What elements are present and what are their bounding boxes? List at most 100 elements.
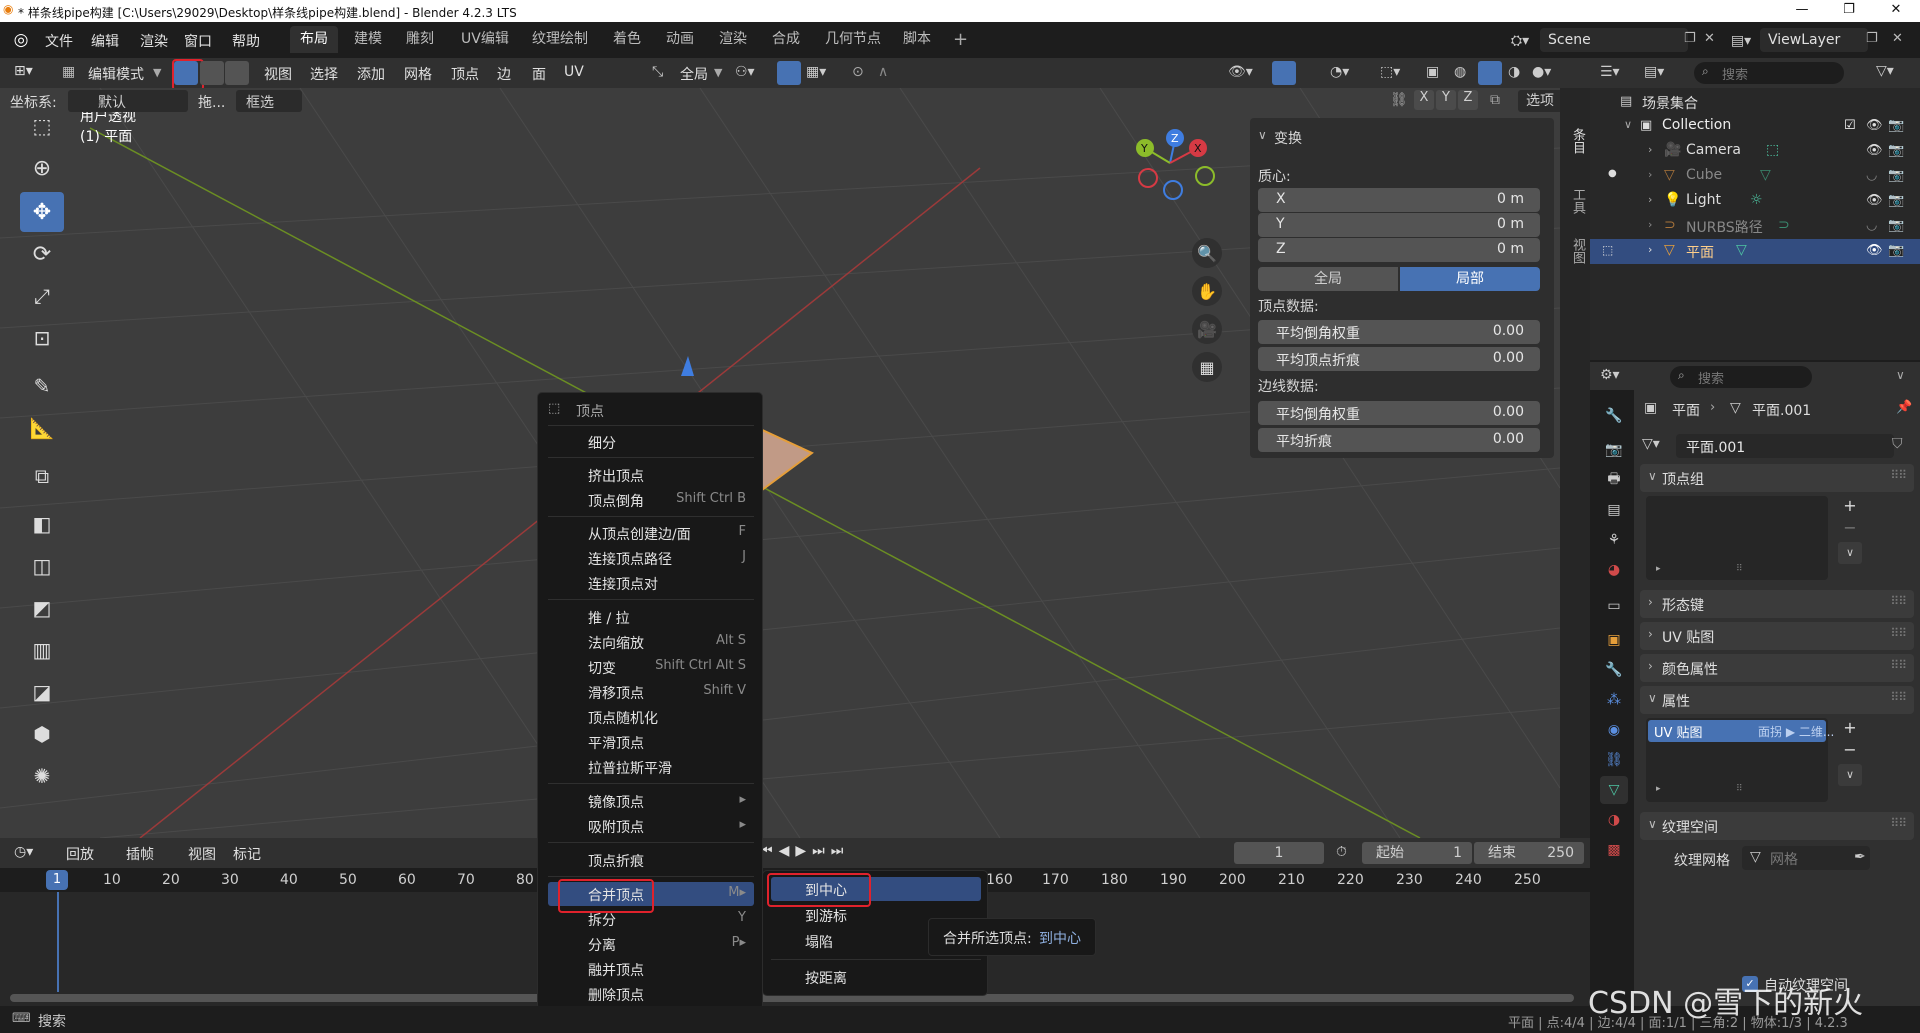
render-tab-icon[interactable]: 📷 [1600,436,1628,464]
outliner-editor-icon[interactable]: ☰▾ [1600,64,1620,80]
menu-playback[interactable]: 回放 [66,844,94,864]
scene-tab-icon[interactable]: ⚘ [1600,526,1628,554]
material-shading-icon[interactable]: ◑ [1508,64,1520,80]
menu-item-shear[interactable]: 切变 Shift Ctrl Alt S [548,655,754,679]
vertex-group-menu-icon[interactable]: ∨ [1838,542,1862,564]
blender-logo-icon[interactable]: ◎ [10,30,32,50]
mirror-z-button[interactable]: Z [1458,90,1478,110]
menu-marker[interactable]: 标记 [233,844,261,864]
list-expand-icon[interactable]: ▸ [1656,564,1661,574]
topology-mirror-icon[interactable]: ⧉ [1490,92,1500,108]
menu-help[interactable]: 帮助 [232,31,260,51]
current-frame-marker[interactable]: 1 [46,870,68,890]
tool-tab-icon[interactable]: 🔧 [1600,402,1628,430]
knife-tool-icon[interactable]: ◪ [20,672,64,712]
median-z-field[interactable]: Z0 m [1258,238,1540,262]
cursor-tool-icon[interactable]: ⊕ [20,148,64,188]
median-y-field[interactable]: Y0 m [1258,213,1540,237]
expand-chevron-icon[interactable]: › [1648,168,1652,181]
bevel-tool-icon[interactable]: ◩ [20,588,64,628]
delete-view-layer-icon[interactable]: ✕ [1892,31,1903,46]
menu-item-mirror-vertices[interactable]: 镜像顶点 ▸ [548,789,754,813]
menu-item-dissolve-vertices[interactable]: 融并顶点 [548,957,754,981]
menu-item-extrude-vertices[interactable]: 挤出顶点 [548,463,754,487]
vertex-groups-panel-header[interactable]: ∨ 顶点组 ⠿⠿ [1640,464,1914,492]
tab-item[interactable]: 条目 [1567,128,1585,154]
menu-item-vertex-crease[interactable]: 顶点折痕 [548,848,754,872]
modifiers-tab-icon[interactable]: 🔧 [1600,656,1628,684]
mean-bevel-weight-field[interactable]: 平均倒角权重 0.00 [1258,320,1540,344]
tab-uv-editing[interactable]: UV编辑 [451,26,519,53]
proportional-edit-icon[interactable]: ⊙ [852,64,864,80]
scene-selector-icon[interactable]: ⛭▾ [1505,30,1535,52]
menu-item-rip[interactable]: 拆分 Y [548,907,754,931]
menu-item-subdivide[interactable]: 细分 [548,430,754,454]
transform-section-title[interactable]: 变换 [1274,128,1302,148]
view-layer-icon[interactable]: ▤▾ [1726,30,1756,52]
annotate-tool-icon[interactable]: ✎ [20,366,64,406]
visibility-eye-icon[interactable]: 👁 [1866,243,1883,258]
render-camera-icon[interactable]: 📷 [1888,168,1904,183]
outliner-row-cube[interactable]: ● › ▽ Cube ▽ ◡ 📷 [1590,164,1920,189]
merge-by-distance[interactable]: 按距离 [771,965,981,989]
outliner-row-plane[interactable]: ⬚ › ▽ 平面 ▽ 👁 📷 [1590,239,1920,264]
menu-file[interactable]: 文件 [45,31,73,51]
list-resize-grip-icon[interactable]: ⠿ [1736,784,1743,794]
visibility-icon[interactable]: 👁▾ [1228,64,1253,80]
transform-orientation-icon[interactable]: ⤡ [652,64,663,80]
collapse-chevron-icon[interactable]: ∨ [1258,128,1267,142]
physics-tab-icon[interactable]: ◉ [1600,716,1628,744]
menu-mesh[interactable]: 网格 [404,64,432,84]
add-attribute-icon[interactable]: + [1840,718,1860,738]
hidden-eye-icon[interactable]: ◡ [1866,168,1877,183]
measure-tool-icon[interactable]: 📐 [20,408,64,448]
tab-layout[interactable]: 布局 [290,26,338,53]
overlay-icon[interactable]: ◔▾ [1330,64,1349,80]
pan-hand-icon[interactable]: ✋ [1192,276,1222,306]
menu-item-connect-pairs[interactable]: 连接顶点对 [548,571,754,595]
xray-toggle-icon[interactable]: ▣ [1426,64,1439,80]
menu-timeline-view[interactable]: 视图 [188,844,216,864]
menu-view[interactable]: 视图 [264,64,292,84]
menu-item-smooth-vertices[interactable]: 平滑顶点 [548,730,754,754]
outliner-row-scene-collection[interactable]: ▤ 场景集合 [1590,90,1920,115]
list-expand-icon[interactable]: ▸ [1656,784,1661,794]
menu-face[interactable]: 面 [532,64,546,84]
menu-item-separate[interactable]: 分离 P▸ [548,932,754,956]
eyedropper-icon[interactable]: ✒ [1854,849,1866,865]
filter-icon[interactable]: ▽▾ [1876,63,1894,79]
hidden-eye-icon[interactable]: ◡ [1866,218,1877,233]
select-mode-dropdown[interactable]: 框选 [236,90,302,112]
timeline-editor-icon[interactable]: ◷▾ [14,844,33,860]
mesh-browse-icon[interactable]: ▽▾ [1642,436,1660,452]
snap-target-icon[interactable]: ▦▾ [806,64,826,80]
collection-checkbox-icon[interactable]: ☑ [1844,118,1856,133]
render-camera-icon[interactable]: 📷 [1888,218,1904,233]
editor-type-icon[interactable]: ⊞▾ [14,63,33,79]
texture-space-panel-header[interactable]: ∨ 纹理空间 ⠿⠿ [1640,812,1914,840]
menu-uv[interactable]: UV [564,64,584,80]
edit-mode-toggle-icon[interactable]: ⬚ [1602,243,1613,257]
inset-tool-icon[interactable]: ◫ [20,546,64,586]
output-tab-icon[interactable]: 🖶 [1600,466,1628,494]
visibility-eye-icon[interactable]: 👁 [1866,118,1883,133]
close-window-button[interactable]: ✕ [1876,2,1916,17]
menu-window[interactable]: 窗口 [184,31,212,51]
view-layer-field[interactable]: ViewLayer [1760,28,1868,52]
rotate-tool-icon[interactable]: ⟳ [20,234,64,274]
tab-texture-paint[interactable]: 纹理绘制 [522,26,598,53]
playback-controls-icon[interactable]: ⏮◀▶⏭⏭ [760,843,849,859]
menu-item-snap-vertices[interactable]: 吸附顶点 ▸ [548,814,754,838]
menu-item-make-edge-face[interactable]: 从顶点创建边/面 F [548,521,754,545]
end-frame-field[interactable]: 结束 250 [1474,842,1584,864]
menu-item-laplacian-smooth[interactable]: 拉普拉斯平滑 [548,755,754,779]
edge-bevel-weight-field[interactable]: 平均倒角权重 0.00 [1258,401,1540,425]
menu-item-delete-vertices[interactable]: 删除顶点 [548,982,754,1006]
perspective-toggle-icon[interactable]: ▦ [1192,352,1222,382]
snap-toggle-button[interactable] [777,61,801,85]
tab-compositing[interactable]: 合成 [762,26,810,53]
pivot-point-icon[interactable]: ⚇▾ [735,64,755,80]
zoom-icon[interactable]: 🔍 [1192,238,1222,268]
spin-tool-icon[interactable]: ✺ [20,756,64,796]
menu-item-bevel-vertices[interactable]: 顶点倒角 Shift Ctrl B [548,488,754,512]
